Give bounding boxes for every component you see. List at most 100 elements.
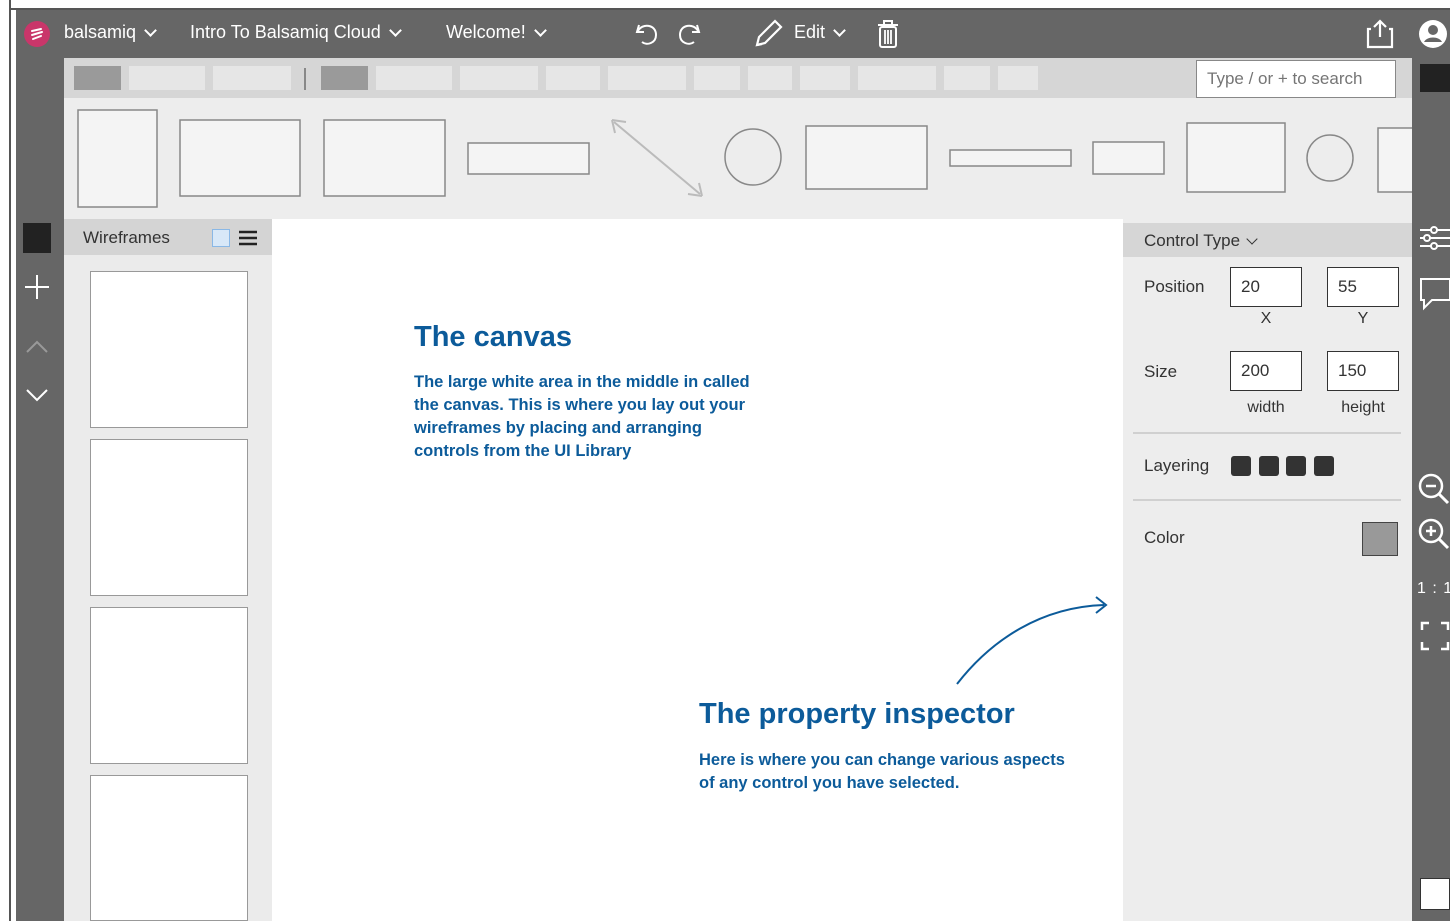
library-tab[interactable] [694,66,740,90]
inspector-divider [1133,499,1401,501]
quick-add-search-input[interactable] [1196,60,1396,98]
undo-icon[interactable] [628,16,664,52]
comments-icon[interactable] [1418,276,1450,312]
bring-forward-button[interactable] [1259,456,1279,476]
inspector-note-body: Here is where you can change various asp… [699,751,1065,792]
library-control[interactable] [467,142,590,175]
library-tab-divider [304,68,306,90]
callout-arrow-icon [956,596,1108,685]
pencil-icon[interactable] [750,16,786,52]
library-tab[interactable] [944,66,990,90]
page-menu[interactable]: Welcome! [446,22,547,43]
layering-label: Layering [1144,456,1210,475]
control-type-dropdown[interactable]: Control Type [1144,231,1258,251]
position-y-input[interactable]: 55 [1327,267,1399,307]
left-rail [16,58,64,921]
trash-icon[interactable] [872,16,904,52]
inspector-note-title: The property inspector [699,698,1015,730]
height-label: height [1341,399,1385,416]
chevron-down-icon [533,23,547,37]
list-view-icon[interactable] [238,229,258,247]
edit-menu[interactable]: Edit [794,22,846,43]
library-control[interactable] [323,119,446,197]
edit-menu-label: Edit [794,22,826,42]
library-control[interactable] [949,149,1072,167]
share-icon[interactable] [1360,16,1400,52]
library-tab[interactable] [800,66,850,90]
y-label: Y [1357,310,1369,327]
position-label: Position [1144,277,1205,296]
library-tab[interactable] [546,66,600,90]
outer-frame-left [9,0,11,921]
library-control[interactable] [1092,141,1165,175]
app-menu[interactable]: balsamiq [64,22,157,43]
ui-library-shelf [64,98,1412,219]
color-picker-swatch[interactable] [1362,522,1398,556]
wireframe-thumbnail[interactable] [90,271,248,428]
redo-icon[interactable] [672,16,708,52]
page-menu-label: Welcome! [446,22,526,42]
library-tab[interactable] [376,66,452,90]
chevron-down-icon [388,23,402,37]
zoom-out-icon[interactable] [1416,471,1450,505]
zoom-reset-button[interactable]: 1 : 1 [1417,580,1450,598]
zoom-in-icon[interactable] [1416,516,1450,550]
chevron-down-icon[interactable] [24,386,50,404]
wireframe-thumbnail[interactable] [90,607,248,764]
inspector-header[interactable]: Control Type [1123,223,1412,257]
library-control[interactable] [179,119,301,197]
library-arrow-control[interactable] [611,119,703,197]
color-label: Color [1144,528,1185,547]
wireframe-thumbnail[interactable] [90,775,248,921]
send-backward-button[interactable] [1286,456,1306,476]
library-tab[interactable] [129,66,205,90]
library-tab[interactable] [321,66,368,90]
wireframes-panel-title: Wireframes [83,228,170,247]
balsamiq-logo-icon[interactable] [24,21,50,47]
add-wireframe-icon[interactable] [22,272,52,302]
top-menu-bar: balsamiq Intro To Balsamiq Cloud Welcome… [16,10,1450,58]
toggle-inspector-icon[interactable] [1420,64,1450,92]
wireframes-panel: Wireframes [64,219,272,921]
library-control[interactable] [805,125,928,190]
bring-to-front-button[interactable] [1231,456,1251,476]
app-menu-label: balsamiq [64,22,137,42]
chevron-down-icon [144,23,157,37]
send-to-back-button[interactable] [1314,456,1334,476]
project-menu-label: Intro To Balsamiq Cloud [190,22,381,42]
chevron-down-icon [1246,232,1258,245]
canvas[interactable]: The canvas The large white area in the m… [272,219,1123,921]
width-label: width [1247,399,1285,416]
library-tab[interactable] [748,66,792,90]
library-tab[interactable] [998,66,1038,90]
page-icon[interactable] [1420,878,1450,910]
library-tab[interactable] [213,66,291,90]
position-x-input[interactable]: 20 [1230,267,1302,307]
chevron-down-icon [833,23,846,37]
height-input[interactable]: 150 [1327,351,1399,391]
library-tab[interactable] [858,66,936,90]
width-input[interactable]: 200 [1230,351,1302,391]
toggle-panel-icon[interactable] [23,223,51,253]
library-tab[interactable] [74,66,121,90]
size-label: Size [1144,362,1178,381]
wireframes-panel-header: Wireframes [64,219,272,255]
chevron-up-icon[interactable] [24,338,50,356]
project-menu[interactable]: Intro To Balsamiq Cloud [190,22,402,43]
user-icon[interactable] [1416,16,1450,52]
canvas-note-title: The canvas [414,321,572,353]
inspector-divider [1133,432,1401,434]
wireframe-thumbnail[interactable] [90,439,248,596]
library-control[interactable] [1306,134,1354,182]
library-tab[interactable] [608,66,686,90]
library-tab[interactable] [460,66,538,90]
library-control[interactable] [77,109,158,208]
properties-sliders-icon[interactable] [1418,223,1450,255]
control-type-label: Control Type [1144,231,1241,250]
library-control[interactable] [724,128,782,186]
fullscreen-icon[interactable] [1420,621,1450,651]
thumbnail-view-icon[interactable] [212,229,230,247]
library-control[interactable] [1186,122,1286,193]
library-control[interactable] [1377,127,1412,193]
right-rail: 1 : 1 [1412,58,1450,921]
